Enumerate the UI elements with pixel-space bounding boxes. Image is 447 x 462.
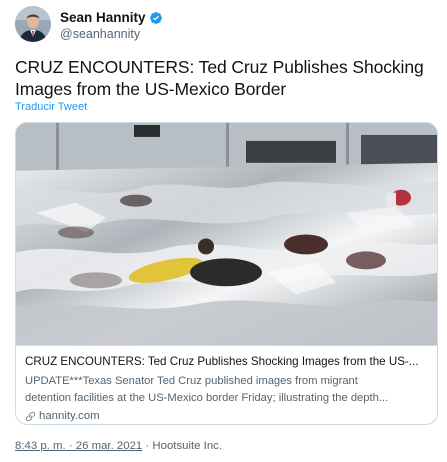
card-image[interactable] bbox=[16, 123, 437, 346]
translate-tweet-link[interactable]: Traducir Tweet bbox=[15, 101, 87, 113]
author-name-row[interactable]: Sean Hannity bbox=[60, 10, 163, 25]
link-icon bbox=[25, 411, 36, 421]
link-preview-card[interactable]: CRUZ ENCOUNTERS: Ted Cruz Publishes Shoc… bbox=[15, 122, 438, 425]
card-domain: hannity.com bbox=[25, 410, 427, 422]
card-domain-text: hannity.com bbox=[39, 410, 100, 422]
tweet-meta: 8:43 p. m. · 26 mar. 2021 · Hootsuite In… bbox=[15, 440, 222, 452]
card-title: CRUZ ENCOUNTERS: Ted Cruz Publishes Shoc… bbox=[25, 355, 419, 368]
tweet-header: Sean Hannity @seanhannity bbox=[15, 6, 432, 46]
author-name[interactable]: Sean Hannity bbox=[60, 10, 146, 25]
avatar[interactable] bbox=[15, 6, 51, 42]
author-handle[interactable]: @seanhannity bbox=[60, 27, 140, 41]
card-description: UPDATE***Texas Senator Ted Cruz publishe… bbox=[25, 373, 427, 407]
card-description-line: UPDATE***Texas Senator Ted Cruz publishe… bbox=[25, 375, 358, 387]
detention-facility-photo bbox=[16, 123, 437, 345]
tweet-timestamp-link[interactable]: 8:43 p. m. · 26 mar. 2021 bbox=[15, 440, 142, 452]
meta-separator: · bbox=[142, 440, 153, 452]
verified-badge-icon bbox=[149, 11, 162, 24]
card-body[interactable]: CRUZ ENCOUNTERS: Ted Cruz Publishes Shoc… bbox=[25, 354, 427, 422]
avatar-image bbox=[15, 6, 51, 42]
tweet-text: CRUZ ENCOUNTERS: Ted Cruz Publishes Shoc… bbox=[15, 57, 424, 99]
tweet-source[interactable]: Hootsuite Inc. bbox=[152, 440, 222, 452]
card-description-line: detention facilities at the US-Mexico bo… bbox=[25, 392, 389, 404]
